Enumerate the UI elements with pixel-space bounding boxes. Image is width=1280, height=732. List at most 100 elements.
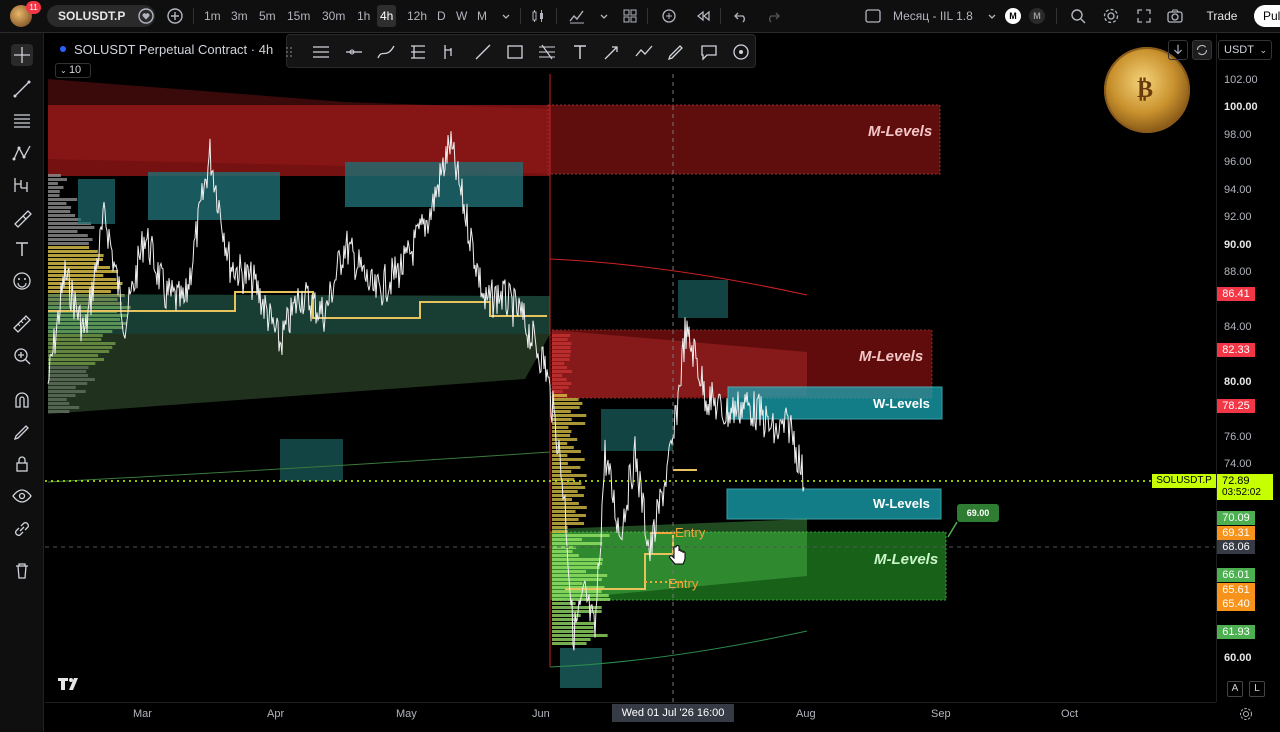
chevron-down-icon[interactable]: [595, 7, 613, 25]
forecast-icon[interactable]: [11, 174, 33, 196]
timeframe-15m[interactable]: 15m: [287, 7, 310, 25]
brush-icon[interactable]: [11, 206, 33, 228]
volume-bar: [552, 590, 602, 593]
fullscreen-icon[interactable]: [1135, 7, 1153, 25]
volume-bar: [552, 430, 572, 433]
candles-chart-type-icon[interactable]: [529, 7, 547, 25]
timeframe-3m[interactable]: 3m: [231, 7, 248, 25]
patterns-icon[interactable]: [11, 142, 33, 164]
link-icon[interactable]: [11, 518, 33, 540]
w-levels-label-lower: W-Levels: [873, 496, 930, 511]
timeframe-30m[interactable]: 30m: [322, 7, 345, 25]
price-tick: 84.00: [1224, 321, 1252, 333]
undo-icon[interactable]: [732, 7, 750, 25]
price-tick: 60.00: [1224, 652, 1252, 664]
publish-button[interactable]: Pul: [1254, 5, 1280, 27]
arrow-marker-icon[interactable]: [602, 42, 622, 62]
pen-icon[interactable]: [666, 42, 686, 62]
timeframe-m[interactable]: M: [477, 7, 487, 25]
trend-line-icon[interactable]: [473, 42, 493, 62]
volume-bar: [48, 218, 81, 221]
volume-bar: [552, 334, 571, 337]
timeframe-w[interactable]: W: [456, 7, 467, 25]
text-tool-icon[interactable]: [11, 238, 33, 260]
curve-tool-icon[interactable]: [376, 42, 396, 62]
volume-bar: [48, 210, 71, 213]
indicator-value-box[interactable]: ⌄ 10: [55, 63, 91, 78]
m-badge-active[interactable]: M: [1005, 8, 1021, 24]
compare-add-icon[interactable]: [166, 7, 184, 25]
volume-bar: [552, 342, 572, 345]
tradingview-logo[interactable]: [57, 676, 83, 692]
fib-channel-icon[interactable]: [537, 42, 557, 62]
volume-bar: [552, 390, 563, 393]
m-levels-label-low: M-Levels: [874, 551, 939, 568]
long-position-icon[interactable]: [408, 42, 428, 62]
gear-icon[interactable]: [1102, 7, 1120, 25]
trade-button[interactable]: Trade: [1200, 5, 1244, 27]
fib-retracement-icon[interactable]: [11, 110, 33, 132]
crosshair-icon[interactable]: [11, 44, 33, 66]
volume-bar: [552, 354, 571, 357]
refresh-icon[interactable]: [1192, 40, 1212, 60]
chart-legend-title[interactable]: SOLUSDT Perpetual Contract · 4h: [74, 42, 273, 57]
time-tick: Sep: [931, 708, 951, 720]
pencil-lock-icon[interactable]: [11, 421, 33, 443]
currency-select[interactable]: USDT ⌄: [1218, 40, 1272, 60]
chevron-down-icon[interactable]: [497, 7, 515, 25]
volume-bar: [48, 182, 58, 185]
trash-icon[interactable]: [11, 560, 33, 582]
chart-pane[interactable]: 69.00: [45, 34, 1215, 702]
emoji-icon[interactable]: [11, 270, 33, 292]
indicator-template-name[interactable]: Месяц - IIL 1.8: [893, 7, 973, 25]
timeframe-1h[interactable]: 1h: [357, 7, 370, 25]
watch-heart-icon[interactable]: [137, 7, 155, 25]
timeframe-5m[interactable]: 5m: [259, 7, 276, 25]
volume-bar: [552, 398, 579, 401]
replay-icon[interactable]: [694, 7, 712, 25]
rectangle-icon[interactable]: [505, 42, 525, 62]
download-arrow-icon[interactable]: [1168, 40, 1188, 60]
log-scale-button[interactable]: L: [1249, 681, 1265, 697]
volume-bar: [48, 274, 104, 277]
auto-scale-button[interactable]: A: [1227, 681, 1243, 697]
text-tool-icon[interactable]: [570, 42, 590, 62]
volume-bar: [552, 514, 586, 517]
chevron-down-icon[interactable]: [983, 7, 1001, 25]
redo-icon[interactable]: [764, 7, 782, 25]
camera-icon[interactable]: [1166, 7, 1184, 25]
search-icon[interactable]: [1069, 7, 1087, 25]
volume-bar: [48, 214, 76, 217]
volume-bar: [48, 266, 110, 269]
gear-icon[interactable]: [1238, 706, 1254, 722]
m-badge[interactable]: M: [1029, 8, 1045, 24]
path-tool-icon[interactable]: [634, 42, 654, 62]
price-chart-canvas[interactable]: 69.00: [45, 34, 1215, 702]
eye-icon[interactable]: [11, 485, 33, 507]
drag-handle-icon[interactable]: [279, 42, 292, 62]
timeframe-1m[interactable]: 1m: [204, 7, 221, 25]
layout-grid-icon[interactable]: [621, 7, 639, 25]
timeframe-4h[interactable]: 4h: [377, 5, 397, 27]
trend-line-icon[interactable]: [11, 78, 33, 100]
price-range-icon[interactable]: [440, 42, 460, 62]
zoom-in-icon[interactable]: [11, 345, 33, 367]
teal-block: [560, 648, 602, 688]
magnet-icon[interactable]: [11, 389, 33, 411]
indicators-icon[interactable]: [568, 7, 586, 25]
price-label-82-33: 82.33: [1217, 343, 1255, 357]
price-tick: 98.00: [1224, 129, 1252, 141]
price-label-66-01: 66.01: [1217, 568, 1255, 582]
timeframe-d[interactable]: D: [437, 7, 446, 25]
alert-add-icon[interactable]: [660, 7, 678, 25]
horizontal-ray-icon[interactable]: [344, 42, 364, 62]
ruler-icon[interactable]: [11, 313, 33, 335]
timeframe-12h[interactable]: 12h: [407, 7, 427, 25]
volume-bar: [552, 402, 583, 405]
template-checkbox-icon[interactable]: [864, 7, 882, 25]
volume-bar: [552, 622, 596, 625]
horizontal-lines-icon[interactable]: [311, 42, 331, 62]
callout-icon[interactable]: [699, 42, 719, 62]
lock-icon[interactable]: [11, 453, 33, 475]
settings-circle-icon[interactable]: [731, 42, 751, 62]
